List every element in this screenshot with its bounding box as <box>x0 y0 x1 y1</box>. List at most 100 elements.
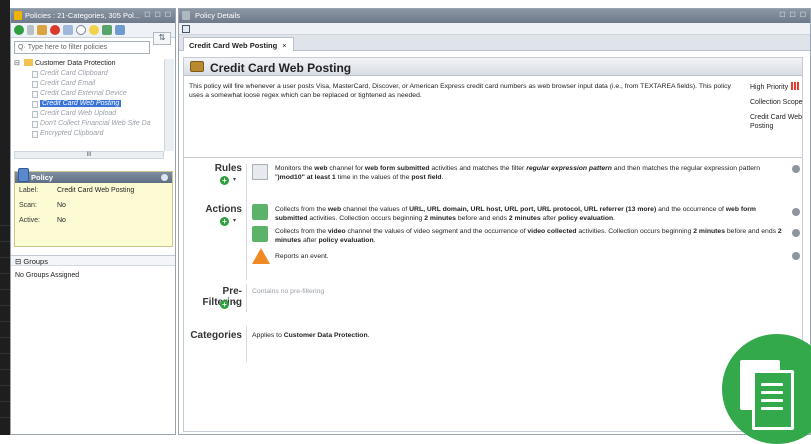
tree-item[interactable]: Credit Card Web Upload <box>14 109 164 119</box>
lightbulb-icon[interactable] <box>89 25 99 35</box>
collapse-icon[interactable]: ⊟ <box>14 59 20 69</box>
policy-details-title: Policy Details <box>195 11 241 20</box>
edit-icon[interactable] <box>37 25 47 35</box>
policy-content: Credit Card Web Posting This policy will… <box>183 57 803 432</box>
policies-toolbar <box>11 23 175 38</box>
strip-row <box>0 322 10 338</box>
strip-row <box>0 370 10 386</box>
collapse-icon[interactable] <box>161 174 168 181</box>
policy-header-box: Credit Card Web Posting This policy will… <box>184 58 803 158</box>
filter-input[interactable]: Q· Type here to filter policies <box>14 41 150 54</box>
details-toolbar <box>179 23 810 35</box>
add-rule-button[interactable]: + <box>220 176 229 185</box>
copy-icon[interactable] <box>63 25 73 35</box>
policy-heading: Credit Card Web Posting <box>184 58 802 76</box>
document-icon <box>32 121 38 128</box>
background-strip <box>0 0 10 435</box>
strip-row <box>0 210 10 226</box>
tree-item[interactable]: Credit Card External Device <box>14 89 164 99</box>
strip-row <box>0 306 10 322</box>
tree-item-selected[interactable]: Credit Card Web Posting <box>14 99 164 109</box>
filter-placeholder: Type here to filter policies <box>27 44 108 51</box>
chevron-down-icon[interactable]: ▾ <box>233 176 236 183</box>
credit-card-icon <box>190 61 204 72</box>
document-icon <box>32 101 38 108</box>
groups-header[interactable]: ⊟ Groups <box>11 255 175 266</box>
tree-item[interactable]: Encrypted Clipboard <box>14 129 164 139</box>
tree-item[interactable]: Credit Card Clipboard <box>14 69 164 79</box>
close-icon[interactable]: × <box>282 41 286 50</box>
collection-scope: Collection Scope Credit Card Web Posting <box>750 98 806 131</box>
document-icon <box>32 111 38 118</box>
chevron-down-icon[interactable]: ▾ <box>233 217 236 224</box>
folder-icon <box>24 59 33 66</box>
priority-bars-icon <box>790 82 800 91</box>
collect-web-icon <box>252 204 268 220</box>
policy-icon <box>18 168 29 182</box>
divider <box>246 284 247 312</box>
strip-row <box>0 354 10 370</box>
rules-label: Rules <box>214 163 242 174</box>
strip-row <box>0 338 10 354</box>
action-collect-web: Collects from the web channel the values… <box>275 206 756 222</box>
policy-row-label: Label: Credit Card Web Posting <box>19 187 135 194</box>
categories-text: Applies to Customer Data Protection. <box>252 332 370 339</box>
export-icon[interactable] <box>102 25 112 35</box>
document-icon <box>32 91 38 98</box>
policies-panel-title: Policies : 21-Categories, 305 Pol... <box>25 11 141 20</box>
window-controls[interactable]: ☐ ☐ ☐ <box>144 11 172 19</box>
divider <box>246 326 247 362</box>
collection-scope-value: Credit Card Web Posting <box>750 114 803 130</box>
document-icon <box>32 71 38 78</box>
policy-details-panel: Policy Details ☐ ☐ ☐ Credit Card Web Pos… <box>178 8 811 435</box>
policy-card-header: Policy <box>15 168 172 183</box>
tree-item[interactable]: Credit Card Email <box>14 79 164 89</box>
rule-description: Monitors the web channel for web form su… <box>275 165 761 181</box>
policy-tree: ⊟ Customer Data Protection Credit Card C… <box>14 59 164 149</box>
strip-row <box>0 386 10 402</box>
warning-icon <box>252 248 270 264</box>
filter-options-button[interactable]: ⇅ <box>153 32 171 45</box>
document-icon <box>32 81 38 88</box>
tree-horizontal-scrollbar[interactable]: III <box>14 151 164 159</box>
remove-rule-button[interactable] <box>792 165 800 173</box>
action-collect-video: Collects from the video channel the valu… <box>275 228 782 244</box>
policies-panel-titlebar[interactable]: Policies : 21-Categories, 305 Pol... ☐ ☐… <box>11 9 175 23</box>
save-icon[interactable] <box>182 25 190 33</box>
tab-credit-card-web-posting[interactable]: Credit Card Web Posting × <box>183 37 294 51</box>
priority-label: High Priority <box>750 82 806 92</box>
strip-row <box>0 274 10 290</box>
add-icon[interactable] <box>14 25 24 35</box>
remove-action-button[interactable] <box>792 208 800 216</box>
tree-item[interactable]: Don't Collect Financial Web Site Da <box>14 119 164 129</box>
policies-panel: Policies : 21-Categories, 305 Pol... ☐ ☐… <box>10 8 176 435</box>
remove-action-button[interactable] <box>792 229 800 237</box>
strip-row <box>0 402 10 418</box>
import-icon[interactable] <box>115 25 125 35</box>
add-prefilter-button[interactable]: + <box>220 300 229 309</box>
actions-label: Actions <box>205 204 242 215</box>
remove-action-button[interactable] <box>792 252 800 260</box>
strip-row <box>0 258 10 274</box>
strip-row <box>0 226 10 242</box>
chevron-down-icon[interactable]: ▾ <box>233 300 236 307</box>
tab-bar: Credit Card Web Posting × <box>179 35 810 51</box>
action-report-event: Reports an event. <box>275 253 329 260</box>
prefiltering-empty-text: Contains no pre-filtering <box>252 288 325 295</box>
policy-row-scan: Scan: No <box>19 202 66 209</box>
dropdown-icon[interactable] <box>27 25 34 35</box>
add-action-button[interactable]: + <box>220 217 229 226</box>
categories-label: Categories <box>190 330 242 341</box>
strip-row <box>0 242 10 258</box>
refresh-icon[interactable] <box>76 25 86 35</box>
strip-row <box>0 290 10 306</box>
policy-details-titlebar[interactable]: Policy Details ☐ ☐ ☐ <box>179 9 810 23</box>
policy-card-title: Policy <box>31 173 54 182</box>
groups-empty-text: No Groups Assigned <box>15 272 80 279</box>
collect-video-icon <box>252 226 268 242</box>
policy-row-active: Active: No <box>19 217 66 224</box>
tree-vertical-scrollbar[interactable] <box>164 59 174 151</box>
window-controls[interactable]: ☐ ☐ ☐ <box>779 11 807 19</box>
tree-node-root[interactable]: ⊟ Customer Data Protection <box>14 59 164 69</box>
delete-icon[interactable] <box>50 25 60 35</box>
